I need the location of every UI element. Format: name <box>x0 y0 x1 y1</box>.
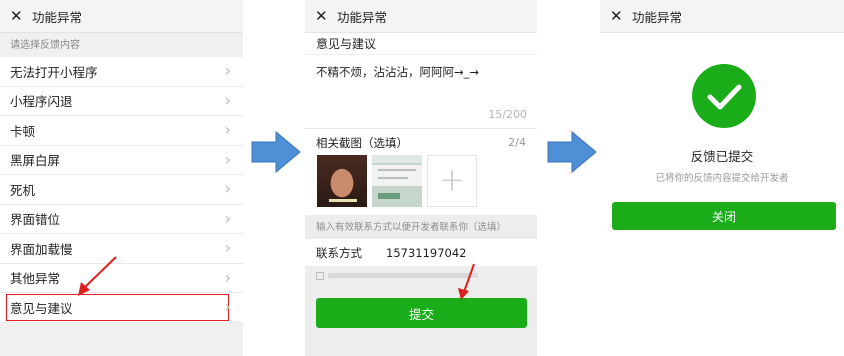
category-list: 无法打开小程序 › 小程序闪退 › 卡顿 › 黑屏白屏 › 死机 › 界面错位 › 界面加载… <box>0 57 243 323</box>
chevron-right-icon: › <box>224 61 231 81</box>
item-label: 无法打开小程序 <box>10 64 98 80</box>
screenshot-thumbnail[interactable] <box>317 155 367 207</box>
screenshot-thumbnail[interactable] <box>372 155 422 207</box>
nav-bar: ✕ 功能异常 <box>0 0 243 33</box>
list-item[interactable]: 界面错位 › <box>0 204 243 234</box>
chevron-right-icon: › <box>224 238 231 258</box>
list-item[interactable]: 死机 › <box>0 175 243 205</box>
item-label: 死机 <box>10 182 36 198</box>
success-heading: 反馈已提交 <box>690 149 754 164</box>
nav-bar: ✕ 功能异常 <box>600 0 844 33</box>
flow-arrow-right-icon <box>251 130 301 174</box>
feedback-textarea[interactable]: 不精不烦，沾沾沾，阿阿阿→_→ 15/200 <box>305 55 537 129</box>
flow-arrow-right-icon <box>547 130 597 174</box>
close-button[interactable]: 关闭 <box>612 202 836 230</box>
screen-feedback-form: ✕ 功能异常 意见与建议 不精不烦，沾沾沾，阿阿阿→_→ 15/200 相关截图… <box>305 0 537 356</box>
list-item[interactable]: 小程序闪退 › <box>0 86 243 116</box>
screenshots-header: 相关截图（选填） 2/4 <box>305 129 537 155</box>
success-description: 已将你的反馈内容提交给开发者 <box>655 173 789 184</box>
nav-title: 功能异常 <box>337 9 388 25</box>
category-label: 意见与建议 <box>305 33 537 55</box>
plus-icon: + <box>438 160 466 199</box>
screenshot-thumbnails: + <box>305 155 537 215</box>
screenshots-count: 2/4 <box>508 136 526 149</box>
chevron-right-icon: › <box>224 179 231 199</box>
chevron-right-icon: › <box>224 120 231 140</box>
screen-feedback-submitted: ✕ 功能异常 反馈已提交 已将你的反馈内容提交给开发者 关闭 <box>600 0 844 356</box>
consent-checkbox[interactable] <box>316 271 324 280</box>
list-item[interactable]: 卡顿 › <box>0 116 243 146</box>
char-counter: 15/200 <box>488 108 527 121</box>
thumbnail-caption-bar <box>329 199 357 202</box>
chevron-right-icon: › <box>224 267 231 287</box>
contact-field[interactable]: 联系方式 15731197042 <box>305 239 537 266</box>
chevron-right-icon: › <box>224 149 231 169</box>
form-card: 意见与建议 不精不烦，沾沾沾，阿阿阿→_→ 15/200 相关截图（选填） 2/… <box>305 33 537 215</box>
nav-bar: ✕ 功能异常 <box>305 0 537 33</box>
item-label: 黑屏白屏 <box>10 153 61 169</box>
close-icon[interactable]: ✕ <box>610 8 632 24</box>
chevron-right-icon: › <box>224 90 231 110</box>
nav-title: 功能异常 <box>632 9 683 25</box>
list-item[interactable]: 界面加载慢 › <box>0 234 243 264</box>
item-label: 卡顿 <box>10 123 36 139</box>
screen-feedback-categories: ✕ 功能异常 请选择反馈内容 无法打开小程序 › 小程序闪退 › 卡顿 › 黑屏白屏 ›… <box>0 0 243 356</box>
item-label: 界面加载慢 <box>10 241 73 257</box>
chevron-right-icon: › <box>224 297 231 317</box>
item-label: 界面错位 <box>10 212 61 228</box>
list-item[interactable]: 其他异常 › <box>0 263 243 293</box>
item-label: 意见与建议 <box>6 293 229 321</box>
section-hint: 请选择反馈内容 <box>10 40 80 51</box>
item-label: 小程序闪退 <box>10 94 73 110</box>
list-item[interactable]: 黑屏白屏 › <box>0 145 243 175</box>
list-item[interactable]: 无法打开小程序 › <box>0 57 243 87</box>
list-item-suggestions[interactable]: 意见与建议 › <box>0 293 243 323</box>
item-label: 其他异常 <box>10 271 61 287</box>
consent-row[interactable] <box>305 266 537 285</box>
close-icon[interactable]: ✕ <box>315 8 337 24</box>
contact-label: 联系方式 <box>316 245 362 260</box>
contact-value: 15731197042 <box>386 245 467 260</box>
add-screenshot-button[interactable]: + <box>427 155 477 207</box>
contact-hint: 输入有效联系方式以便开发者联系你（选填） <box>316 222 507 233</box>
consent-text-blurred <box>328 273 478 278</box>
chevron-right-icon: › <box>224 208 231 228</box>
feedback-text: 不精不烦，沾沾沾，阿阿阿→_→ <box>316 65 480 79</box>
close-icon[interactable]: ✕ <box>10 8 32 24</box>
submit-button[interactable]: 提交 <box>316 298 527 328</box>
screenshots-label: 相关截图（选填） <box>316 136 408 150</box>
nav-title: 功能异常 <box>32 9 83 25</box>
success-check-icon <box>692 64 756 128</box>
